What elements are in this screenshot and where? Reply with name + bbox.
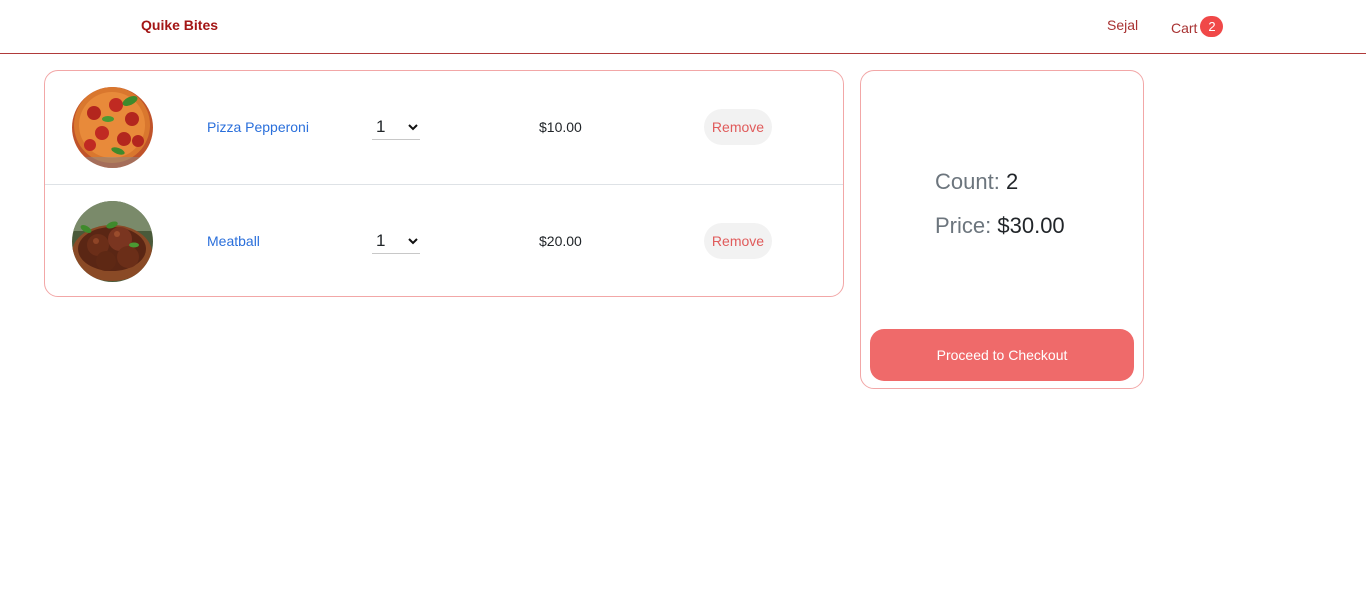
- remove-button[interactable]: Remove: [704, 109, 772, 145]
- quantity-select[interactable]: 1: [372, 115, 420, 140]
- cart-count-badge: 2: [1200, 16, 1224, 37]
- brand-logo[interactable]: Quike Bites: [141, 17, 218, 33]
- order-summary: Count: 2 Price: $30.00 Proceed to Checko…: [860, 70, 1144, 389]
- quantity-select[interactable]: 1: [372, 229, 420, 254]
- item-name-link[interactable]: Pizza Pepperoni: [207, 119, 309, 135]
- quantity-value: 1: [376, 117, 386, 136]
- meatball-image: [72, 201, 153, 282]
- item-price: $20.00: [539, 233, 582, 249]
- pizza-image: [72, 87, 153, 168]
- cart-link[interactable]: Cart 2: [1171, 16, 1224, 37]
- count-label: Count:: [935, 169, 1000, 194]
- remove-button[interactable]: Remove: [704, 223, 772, 259]
- item-name-link[interactable]: Meatball: [207, 233, 260, 249]
- price-label: Price:: [935, 213, 992, 238]
- price-value: $30.00: [997, 213, 1065, 238]
- summary-price: Price: $30.00: [935, 213, 1065, 239]
- quantity-value: 1: [376, 231, 386, 250]
- count-value: 2: [1005, 169, 1019, 194]
- cart-items-list: Pizza Pepperoni 1 $10.00 Remove Meatball…: [44, 70, 844, 297]
- item-price: $10.00: [539, 119, 582, 135]
- user-menu[interactable]: Sejal: [1107, 17, 1138, 33]
- chevron-down-icon: [408, 237, 418, 244]
- summary-count: Count: 2: [935, 169, 1018, 195]
- cart-item-row: Pizza Pepperoni 1 $10.00 Remove: [45, 71, 843, 184]
- checkout-button[interactable]: Proceed to Checkout: [870, 329, 1134, 381]
- cart-item-row: Meatball 1 $20.00 Remove: [45, 184, 843, 296]
- cart-label: Cart: [1171, 19, 1198, 36]
- navbar: Quike Bites Sejal Cart 2: [0, 0, 1366, 54]
- chevron-down-icon: [408, 123, 418, 130]
